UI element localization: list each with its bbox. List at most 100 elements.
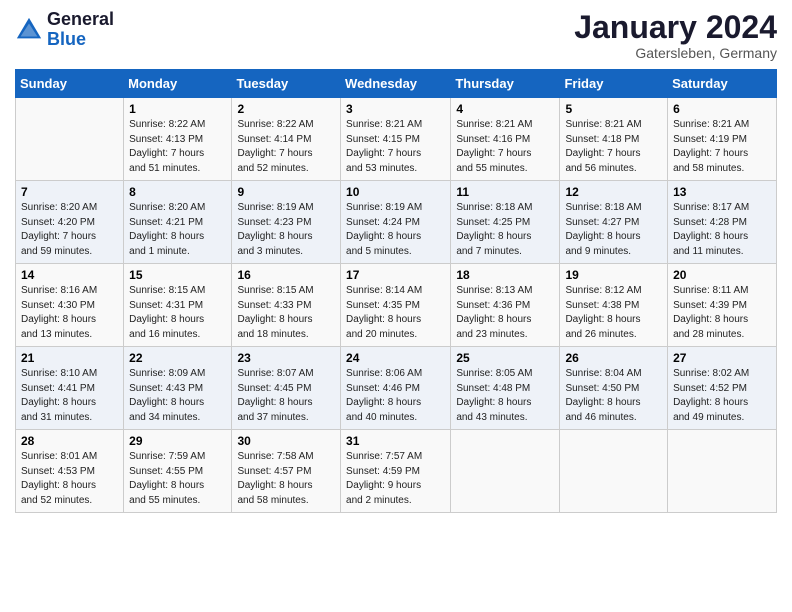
- day-number: 17: [346, 268, 445, 282]
- day-info: Sunrise: 8:19 AM Sunset: 4:24 PM Dayligh…: [346, 201, 445, 259]
- calendar-day-cell: 26Sunrise: 8:04 AM Sunset: 4:50 PM Dayli…: [560, 347, 668, 430]
- calendar-day-cell: [16, 98, 124, 181]
- day-info: Sunrise: 8:22 AM Sunset: 4:13 PM Dayligh…: [129, 118, 226, 176]
- day-info: Sunrise: 8:19 AM Sunset: 4:23 PM Dayligh…: [237, 201, 335, 259]
- calendar-day-cell: 31 Sunrise: 7:57 AM Sunset: 4:59 PM Dayli…: [341, 430, 451, 513]
- calendar-day-cell: 3Sunrise: 8:21 AM Sunset: 4:15 PM Daylig…: [341, 98, 451, 181]
- day-info: Sunrise: 8:16 AM Sunset: 4:30 PM Dayligh…: [21, 284, 118, 342]
- weekday-header: Monday: [124, 70, 232, 98]
- calendar-day-cell: [560, 430, 668, 513]
- day-number: 12: [565, 185, 662, 199]
- calendar-day-cell: 10 Sunrise: 8:19 AM Sunset: 4:24 PM Dayli…: [341, 181, 451, 264]
- calendar-day-cell: 13Sunrise: 8:17 AM Sunset: 4:28 PM Dayli…: [668, 181, 777, 264]
- calendar-day-cell: 1 Sunrise: 8:22 AM Sunset: 4:13 PM Daylig…: [124, 98, 232, 181]
- calendar-day-cell: 29 Sunrise: 7:59 AM Sunset: 4:55 PM Dayli…: [124, 430, 232, 513]
- day-info: Sunrise: 8:21 AM Sunset: 4:19 PM Dayligh…: [673, 118, 771, 176]
- day-info: Sunrise: 8:07 AM Sunset: 4:45 PM Dayligh…: [237, 367, 335, 425]
- day-number: 25: [456, 351, 554, 365]
- calendar-day-cell: 12Sunrise: 8:18 AM Sunset: 4:27 PM Dayli…: [560, 181, 668, 264]
- calendar-day-cell: 9Sunrise: 8:19 AM Sunset: 4:23 PM Daylig…: [232, 181, 341, 264]
- calendar-table: SundayMondayTuesdayWednesdayThursdayFrid…: [15, 69, 777, 513]
- logo-icon: [15, 16, 43, 44]
- calendar-day-cell: 7Sunrise: 8:20 AM Sunset: 4:20 PM Daylig…: [16, 181, 124, 264]
- calendar-day-cell: 5Sunrise: 8:21 AM Sunset: 4:18 PM Daylig…: [560, 98, 668, 181]
- day-info: Sunrise: 7:58 AM Sunset: 4:57 PM Dayligh…: [237, 450, 335, 508]
- day-number: 6: [673, 102, 771, 116]
- calendar-day-cell: 11Sunrise: 8:18 AM Sunset: 4:25 PM Dayli…: [451, 181, 560, 264]
- day-number: 23: [237, 351, 335, 365]
- day-info: Sunrise: 8:21 AM Sunset: 4:16 PM Dayligh…: [456, 118, 554, 176]
- calendar-day-cell: 27 Sunrise: 8:02 AM Sunset: 4:52 PM Dayli…: [668, 347, 777, 430]
- day-info: Sunrise: 8:01 AM Sunset: 4:53 PM Dayligh…: [21, 450, 118, 508]
- calendar-day-cell: 15 Sunrise: 8:15 AM Sunset: 4:31 PM Dayli…: [124, 264, 232, 347]
- day-number: 21: [21, 351, 118, 365]
- day-info: Sunrise: 8:18 AM Sunset: 4:25 PM Dayligh…: [456, 201, 554, 259]
- calendar-day-cell: 21 Sunrise: 8:10 AM Sunset: 4:41 PM Dayli…: [16, 347, 124, 430]
- calendar-week-row: 21 Sunrise: 8:10 AM Sunset: 4:41 PM Dayli…: [16, 347, 777, 430]
- day-number: 1: [129, 102, 226, 116]
- day-info: Sunrise: 8:17 AM Sunset: 4:28 PM Dayligh…: [673, 201, 771, 259]
- day-number: 27: [673, 351, 771, 365]
- calendar-day-cell: 24 Sunrise: 8:06 AM Sunset: 4:46 PM Dayli…: [341, 347, 451, 430]
- calendar-day-cell: 30 Sunrise: 7:58 AM Sunset: 4:57 PM Dayli…: [232, 430, 341, 513]
- calendar-day-cell: 23 Sunrise: 8:07 AM Sunset: 4:45 PM Dayli…: [232, 347, 341, 430]
- calendar-week-row: 7Sunrise: 8:20 AM Sunset: 4:20 PM Daylig…: [16, 181, 777, 264]
- day-info: Sunrise: 8:10 AM Sunset: 4:41 PM Dayligh…: [21, 367, 118, 425]
- day-info: Sunrise: 8:20 AM Sunset: 4:21 PM Dayligh…: [129, 201, 226, 259]
- calendar-week-row: 1 Sunrise: 8:22 AM Sunset: 4:13 PM Daylig…: [16, 98, 777, 181]
- day-number: 19: [565, 268, 662, 282]
- day-number: 30: [237, 434, 335, 448]
- calendar-week-row: 28 Sunrise: 8:01 AM Sunset: 4:53 PM Dayli…: [16, 430, 777, 513]
- weekday-row: SundayMondayTuesdayWednesdayThursdayFrid…: [16, 70, 777, 98]
- day-info: Sunrise: 8:14 AM Sunset: 4:35 PM Dayligh…: [346, 284, 445, 342]
- day-info: Sunrise: 8:04 AM Sunset: 4:50 PM Dayligh…: [565, 367, 662, 425]
- calendar-header: SundayMondayTuesdayWednesdayThursdayFrid…: [16, 70, 777, 98]
- day-info: Sunrise: 7:57 AM Sunset: 4:59 PM Dayligh…: [346, 450, 445, 508]
- weekday-header: Friday: [560, 70, 668, 98]
- logo: General Blue: [15, 10, 114, 50]
- calendar-day-cell: 2 Sunrise: 8:22 AM Sunset: 4:14 PM Daylig…: [232, 98, 341, 181]
- day-number: 14: [21, 268, 118, 282]
- calendar-body: 1 Sunrise: 8:22 AM Sunset: 4:13 PM Daylig…: [16, 98, 777, 513]
- day-number: 3: [346, 102, 445, 116]
- location: Gatersleben, Germany: [574, 45, 777, 61]
- day-number: 2: [237, 102, 335, 116]
- logo-text: General Blue: [47, 10, 114, 50]
- calendar-day-cell: 25 Sunrise: 8:05 AM Sunset: 4:48 PM Dayli…: [451, 347, 560, 430]
- weekday-header: Wednesday: [341, 70, 451, 98]
- day-number: 28: [21, 434, 118, 448]
- day-info: Sunrise: 8:22 AM Sunset: 4:14 PM Dayligh…: [237, 118, 335, 176]
- day-info: Sunrise: 8:13 AM Sunset: 4:36 PM Dayligh…: [456, 284, 554, 342]
- weekday-header: Thursday: [451, 70, 560, 98]
- day-number: 4: [456, 102, 554, 116]
- weekday-header: Sunday: [16, 70, 124, 98]
- day-info: Sunrise: 8:02 AM Sunset: 4:52 PM Dayligh…: [673, 367, 771, 425]
- calendar-day-cell: 8 Sunrise: 8:20 AM Sunset: 4:21 PM Daylig…: [124, 181, 232, 264]
- day-info: Sunrise: 7:59 AM Sunset: 4:55 PM Dayligh…: [129, 450, 226, 508]
- day-number: 24: [346, 351, 445, 365]
- day-number: 16: [237, 268, 335, 282]
- calendar-day-cell: 20 Sunrise: 8:11 AM Sunset: 4:39 PM Dayli…: [668, 264, 777, 347]
- day-info: Sunrise: 8:15 AM Sunset: 4:31 PM Dayligh…: [129, 284, 226, 342]
- day-info: Sunrise: 8:21 AM Sunset: 4:18 PM Dayligh…: [565, 118, 662, 176]
- day-number: 18: [456, 268, 554, 282]
- calendar-day-cell: 19 Sunrise: 8:12 AM Sunset: 4:38 PM Dayli…: [560, 264, 668, 347]
- day-info: Sunrise: 8:09 AM Sunset: 4:43 PM Dayligh…: [129, 367, 226, 425]
- calendar-day-cell: 22Sunrise: 8:09 AM Sunset: 4:43 PM Dayli…: [124, 347, 232, 430]
- day-info: Sunrise: 8:11 AM Sunset: 4:39 PM Dayligh…: [673, 284, 771, 342]
- calendar-day-cell: 18 Sunrise: 8:13 AM Sunset: 4:36 PM Dayli…: [451, 264, 560, 347]
- day-number: 15: [129, 268, 226, 282]
- day-number: 20: [673, 268, 771, 282]
- calendar-day-cell: 14 Sunrise: 8:16 AM Sunset: 4:30 PM Dayli…: [16, 264, 124, 347]
- day-number: 10: [346, 185, 445, 199]
- calendar-day-cell: 16Sunrise: 8:15 AM Sunset: 4:33 PM Dayli…: [232, 264, 341, 347]
- day-info: Sunrise: 8:12 AM Sunset: 4:38 PM Dayligh…: [565, 284, 662, 342]
- month-title: January 2024: [574, 10, 777, 45]
- day-number: 29: [129, 434, 226, 448]
- day-number: 31: [346, 434, 445, 448]
- calendar-day-cell: 17 Sunrise: 8:14 AM Sunset: 4:35 PM Dayli…: [341, 264, 451, 347]
- day-info: Sunrise: 8:20 AM Sunset: 4:20 PM Dayligh…: [21, 201, 118, 259]
- day-info: Sunrise: 8:05 AM Sunset: 4:48 PM Dayligh…: [456, 367, 554, 425]
- day-number: 8: [129, 185, 226, 199]
- day-info: Sunrise: 8:06 AM Sunset: 4:46 PM Dayligh…: [346, 367, 445, 425]
